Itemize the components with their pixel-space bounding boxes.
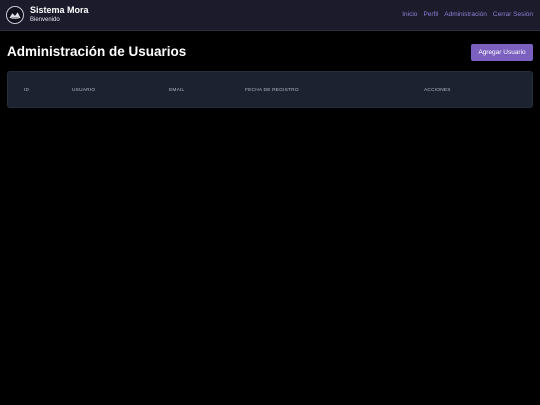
brand-title: Sistema Mora [30,5,89,15]
brand-subtitle: Bienvenido [30,17,60,23]
main-nav: Inicio Perfil Administración Cerrar Sesi… [402,11,533,18]
column-header-id: ID [24,88,30,93]
add-user-button[interactable]: Agregar Usuario [471,44,533,61]
top-navbar: Sistema Mora Bienvenido Inicio Perfil Ad… [0,0,540,31]
users-table: ID USUARIO EMAIL FECHA DE REGISTRO ACCIO… [7,71,533,108]
column-header-usuario: USUARIO [72,88,96,93]
logo-icon[interactable] [6,6,24,24]
logo-graphic [7,7,23,23]
nav-link-administracion[interactable]: Administración [444,11,487,18]
nav-link-cerrar-sesion[interactable]: Cerrar Sesión [493,11,533,18]
page-title: Administración de Usuarios [7,44,187,59]
column-header-email: EMAIL [169,88,185,93]
column-header-fecha-registro: FECHA DE REGISTRO [245,88,299,93]
nav-link-perfil[interactable]: Perfil [423,11,438,18]
column-header-acciones: ACCIONES [424,88,451,93]
nav-link-inicio[interactable]: Inicio [402,11,417,18]
